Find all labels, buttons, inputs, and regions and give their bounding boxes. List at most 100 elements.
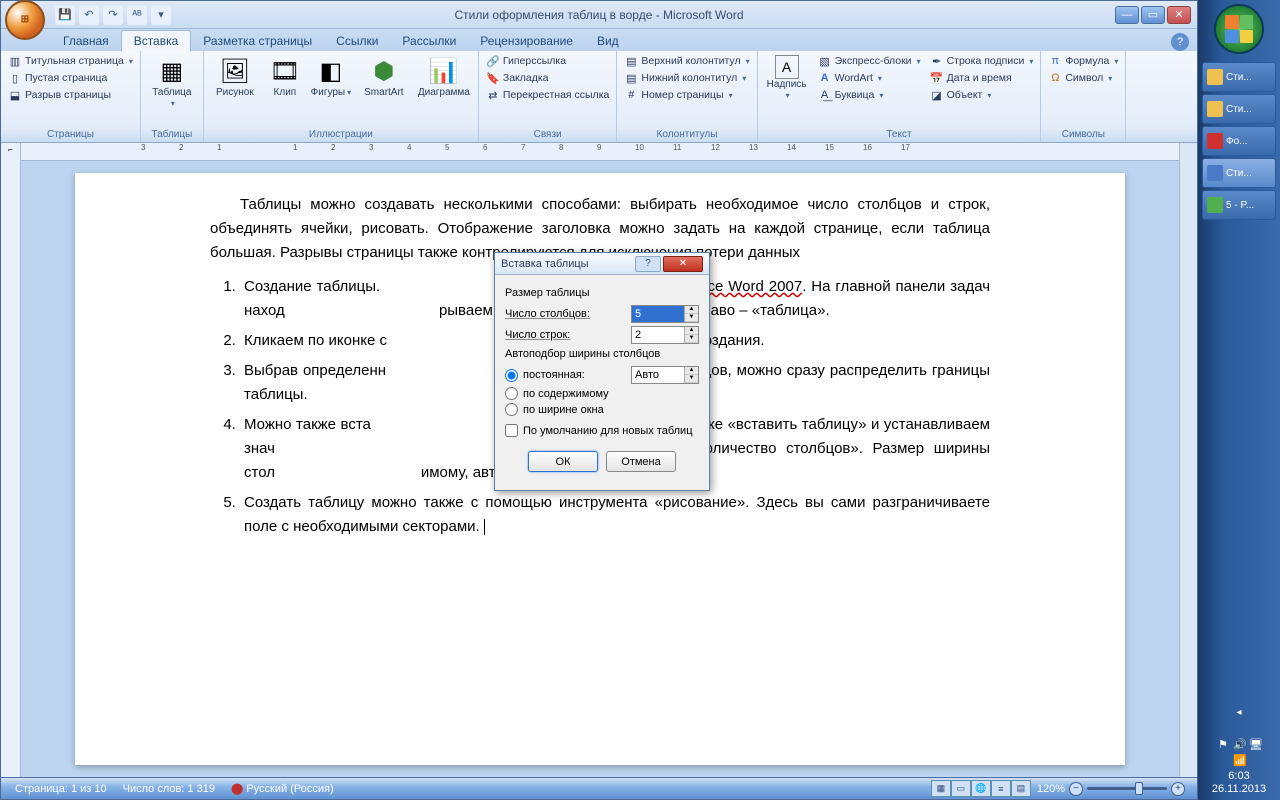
zoom-thumb[interactable]: [1135, 782, 1143, 795]
maximize-button[interactable]: ▭: [1141, 6, 1165, 24]
page-indicator[interactable]: Страница: 1 из 10: [7, 783, 115, 795]
group-label: Символы: [1045, 128, 1121, 141]
tray-icon[interactable]: ⚑: [1217, 738, 1229, 750]
title-page-button[interactable]: ▥Титульная страница▾: [5, 53, 136, 69]
footer-button[interactable]: ▤Нижний колонтитул▾: [621, 70, 752, 86]
fixed-width-spinbox[interactable]: ▲▼: [631, 366, 699, 384]
clip-button[interactable]: 🎞Клип: [265, 53, 305, 100]
insert-table-dialog: Вставка таблицы ? ✕ Размер таблицы Число…: [494, 252, 710, 491]
tab-page-layout[interactable]: Разметка страницы: [191, 31, 324, 51]
web-layout-view[interactable]: 🌐: [971, 780, 991, 797]
formula-button[interactable]: πФормула▾: [1045, 53, 1121, 69]
table-button[interactable]: ▦Таблица▾: [145, 53, 199, 111]
signature-line-button[interactable]: ✒Строка подписи▾: [927, 53, 1037, 69]
textbox-button[interactable]: AНадпись▾: [762, 53, 812, 103]
dialog-titlebar[interactable]: Вставка таблицы ? ✕: [495, 253, 709, 275]
taskbar-item[interactable]: 5 - P...: [1202, 190, 1276, 220]
print-layout-view[interactable]: ▦: [931, 780, 951, 797]
tray-expand-icon[interactable]: ◂: [1202, 707, 1276, 718]
ok-button[interactable]: ОК: [528, 451, 598, 472]
close-button[interactable]: ✕: [1167, 6, 1191, 24]
cancel-button[interactable]: Отмена: [606, 451, 676, 472]
tab-insert[interactable]: Вставка: [121, 30, 192, 51]
remember-defaults-label: По умолчанию для новых таблиц: [523, 425, 693, 437]
tray-icon[interactable]: 🖥: [1249, 738, 1261, 750]
spin-down-icon[interactable]: ▼: [685, 375, 698, 383]
header-button[interactable]: ▤Верхний колонтитул▾: [621, 53, 752, 69]
clock[interactable]: 6:03 26.11.2013: [1202, 770, 1276, 796]
bookmark-button[interactable]: 🔖Закладка: [483, 70, 612, 86]
office-button[interactable]: ⊞: [5, 0, 45, 40]
taskbar-item[interactable]: Сти...: [1202, 158, 1276, 188]
autofit-window-radio[interactable]: [505, 403, 518, 416]
group-label: Текст: [762, 128, 1037, 141]
qat-customize-icon[interactable]: ▾: [151, 5, 171, 25]
dialog-close-button[interactable]: ✕: [663, 256, 703, 272]
quickparts-button[interactable]: ▧Экспресс-блоки▾: [815, 53, 924, 69]
redo-icon[interactable]: ↷: [103, 5, 123, 25]
columns-spinbox[interactable]: ▲▼: [631, 305, 699, 323]
spin-up-icon[interactable]: ▲: [685, 306, 698, 314]
word-count[interactable]: Число слов: 1 319: [115, 783, 223, 795]
taskbar-item[interactable]: Фо...: [1202, 126, 1276, 156]
hyperlink-button[interactable]: 🔗Гиперссылка: [483, 53, 612, 69]
datetime-button[interactable]: 📅Дата и время: [927, 70, 1037, 86]
page-number-button[interactable]: #Номер страницы▾: [621, 87, 752, 103]
page-icon: ▥: [8, 54, 22, 68]
outline-view[interactable]: ≡: [991, 780, 1011, 797]
fixed-width-input[interactable]: [632, 367, 684, 383]
rows-input[interactable]: [632, 327, 684, 343]
dropcap-button[interactable]: A͟Буквица▾: [815, 87, 924, 103]
vertical-scrollbar[interactable]: [1179, 143, 1197, 777]
text-cursor: [484, 519, 485, 535]
bookmark-icon: 🔖: [486, 71, 500, 85]
remember-defaults-checkbox[interactable]: [505, 424, 518, 437]
zoom-out-button[interactable]: −: [1069, 782, 1083, 796]
wordart-button[interactable]: AWordArt▾: [815, 70, 924, 86]
shapes-button[interactable]: ◧Фигуры▾: [308, 53, 354, 100]
dialog-help-button[interactable]: ?: [635, 256, 661, 272]
save-icon[interactable]: 💾: [55, 5, 75, 25]
fixed-width-label: постоянная:: [523, 369, 626, 381]
crossref-button[interactable]: ⇄Перекрестная ссылка: [483, 87, 612, 103]
page-break-button[interactable]: ⬓Разрыв страницы: [5, 87, 136, 103]
group-headers: ▤Верхний колонтитул▾ ▤Нижний колонтитул▾…: [617, 51, 757, 142]
zoom-in-button[interactable]: +: [1171, 782, 1185, 796]
rows-spinbox[interactable]: ▲▼: [631, 326, 699, 344]
autofit-contents-radio[interactable]: [505, 387, 518, 400]
tab-home[interactable]: Главная: [51, 31, 121, 51]
tab-review[interactable]: Рецензирование: [468, 31, 585, 51]
spin-down-icon[interactable]: ▼: [685, 314, 698, 322]
blank-page-button[interactable]: ▯Пустая страница: [5, 70, 136, 86]
group-label: Иллюстрации: [208, 128, 474, 141]
undo-icon[interactable]: ↶: [79, 5, 99, 25]
picture-button[interactable]: 🖼Рисунок: [208, 53, 262, 100]
volume-icon[interactable]: 🔊: [1233, 738, 1245, 750]
tab-mailings[interactable]: Рассылки: [390, 31, 468, 51]
symbol-button[interactable]: ΩСимвол▾: [1045, 70, 1121, 86]
chart-button[interactable]: 📊Диаграмма: [414, 53, 474, 100]
minimize-button[interactable]: —: [1115, 6, 1139, 24]
autofit-window-label: по ширине окна: [523, 404, 604, 416]
tab-references[interactable]: Ссылки: [324, 31, 390, 51]
zoom-level[interactable]: 120%: [1037, 783, 1065, 795]
spin-down-icon[interactable]: ▼: [685, 335, 698, 343]
fixed-width-radio[interactable]: [505, 369, 518, 382]
spin-up-icon[interactable]: ▲: [685, 367, 698, 375]
taskbar-item[interactable]: Сти...: [1202, 94, 1276, 124]
start-button[interactable]: [1214, 4, 1264, 54]
network-icon[interactable]: 📶: [1233, 754, 1245, 766]
tab-view[interactable]: Вид: [585, 31, 631, 51]
help-icon[interactable]: ?: [1171, 33, 1189, 51]
language-indicator[interactable]: ⬤ Русский (Россия): [223, 782, 342, 795]
draft-view[interactable]: ▤: [1011, 780, 1031, 797]
taskbar-item[interactable]: Сти...: [1202, 62, 1276, 92]
zoom-slider[interactable]: [1087, 787, 1167, 790]
columns-input[interactable]: [632, 306, 684, 322]
horizontal-ruler[interactable]: 3211234567891011121314151617: [21, 143, 1179, 161]
full-screen-view[interactable]: ▭: [951, 780, 971, 797]
object-button[interactable]: ◪Объект▾: [927, 87, 1037, 103]
smartart-button[interactable]: ⬢SmartArt: [357, 53, 411, 100]
spin-up-icon[interactable]: ▲: [685, 327, 698, 335]
spellcheck-icon[interactable]: ᴬᴮ: [127, 5, 147, 25]
